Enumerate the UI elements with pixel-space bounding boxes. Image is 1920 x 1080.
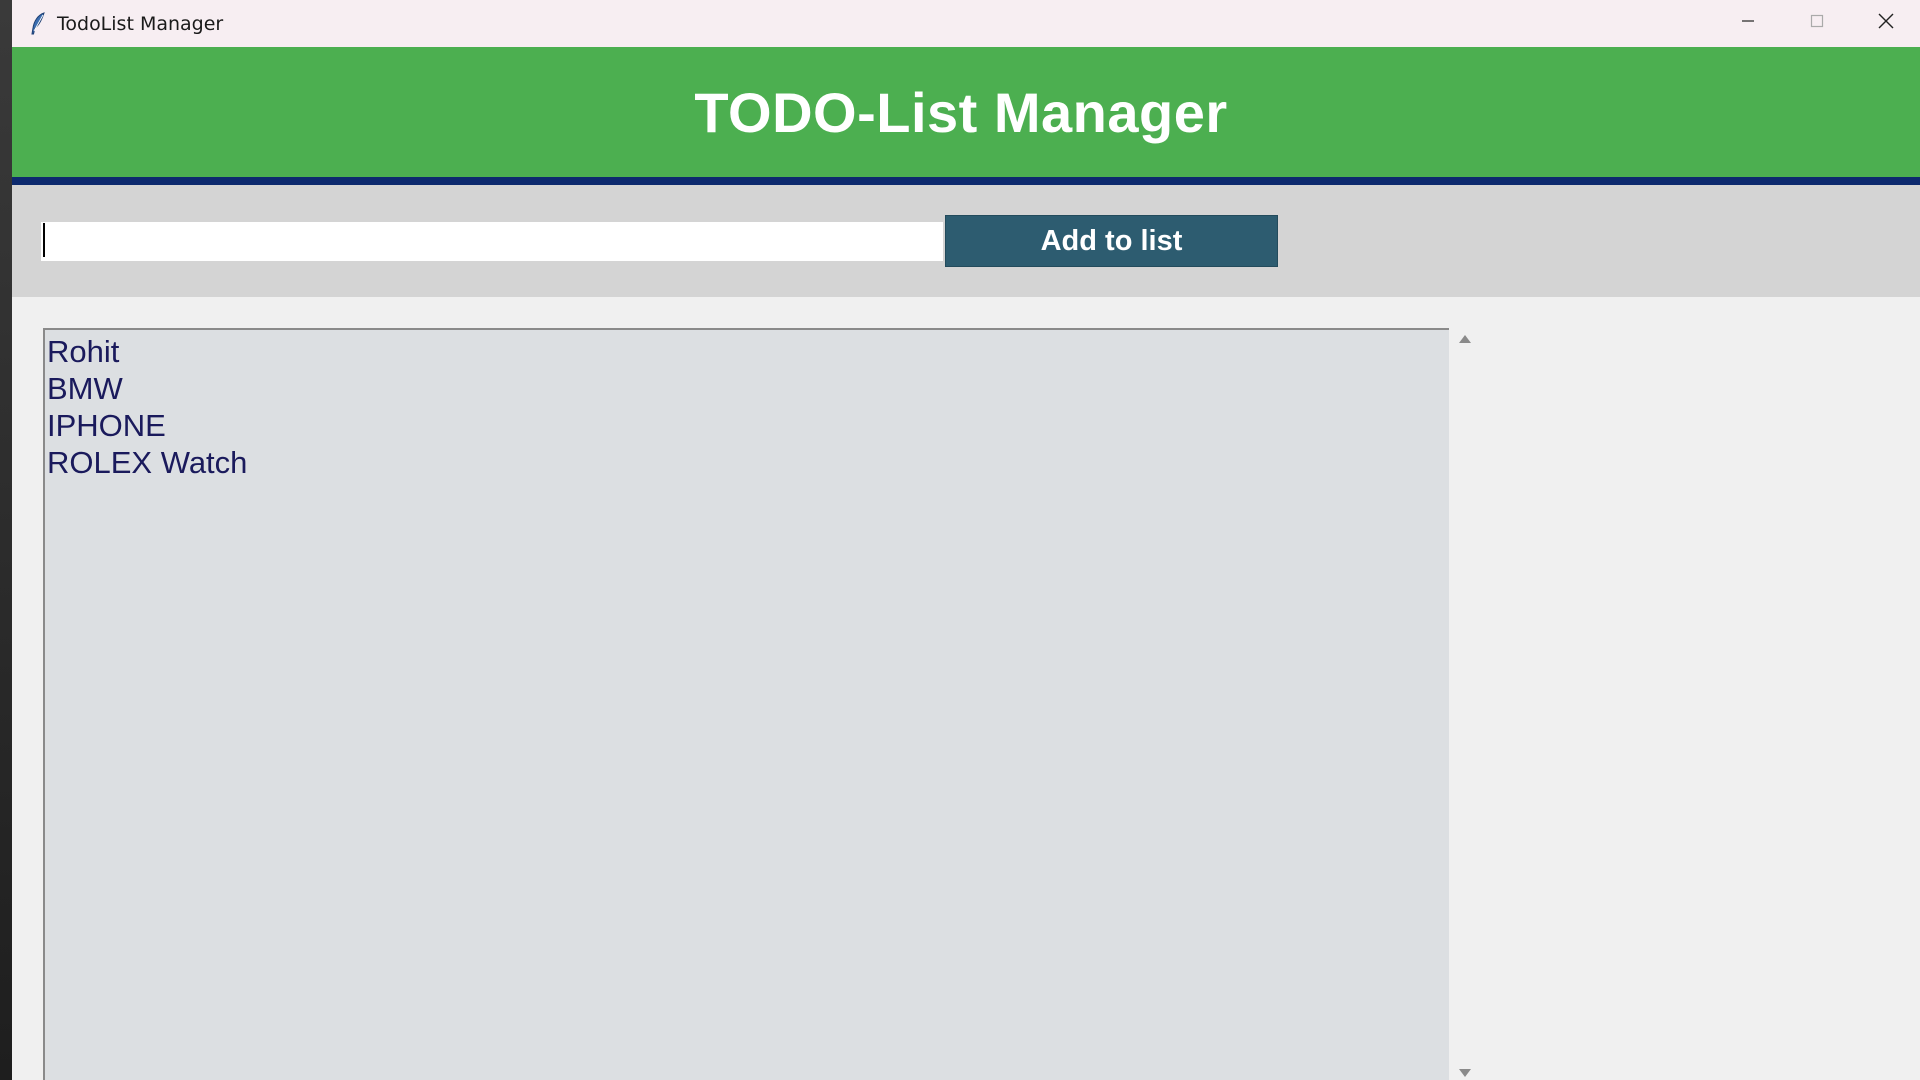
- window-controls: [1713, 0, 1920, 47]
- app-window: TodoList Manager TODO-List Manager Add t…: [12, 0, 1920, 1080]
- maximize-button[interactable]: [1782, 0, 1851, 47]
- close-icon: [1877, 12, 1895, 35]
- todo-listbox[interactable]: Rohit BMW IPHONE ROLEX Watch: [43, 328, 1449, 1080]
- minimize-button[interactable]: [1713, 0, 1782, 47]
- minimize-icon: [1740, 13, 1756, 34]
- app-header: TODO-List Manager: [12, 47, 1920, 177]
- feather-icon: [27, 11, 49, 37]
- page-title: TODO-List Manager: [694, 80, 1228, 144]
- list-item[interactable]: BMW: [45, 370, 1449, 407]
- list-scrollbar[interactable]: [1453, 328, 1477, 1080]
- scroll-up-button[interactable]: [1453, 328, 1477, 352]
- input-panel: Add to list: [12, 185, 1920, 297]
- list-item[interactable]: Rohit: [45, 333, 1449, 370]
- desktop-background: [0, 0, 12, 1080]
- header-divider: [12, 177, 1920, 185]
- text-caret: [43, 223, 45, 257]
- maximize-icon: [1809, 13, 1825, 34]
- list-item[interactable]: ROLEX Watch: [45, 444, 1449, 481]
- list-item[interactable]: IPHONE: [45, 407, 1449, 444]
- title-bar[interactable]: TodoList Manager: [12, 0, 1920, 48]
- add-to-list-button[interactable]: Add to list: [945, 215, 1278, 267]
- scroll-up-arrow-icon: [1458, 331, 1472, 349]
- scroll-down-button[interactable]: [1453, 1062, 1477, 1080]
- scroll-down-arrow-icon: [1458, 1065, 1472, 1080]
- close-button[interactable]: [1851, 0, 1920, 47]
- task-input[interactable]: [41, 222, 943, 261]
- window-title: TodoList Manager: [57, 12, 224, 35]
